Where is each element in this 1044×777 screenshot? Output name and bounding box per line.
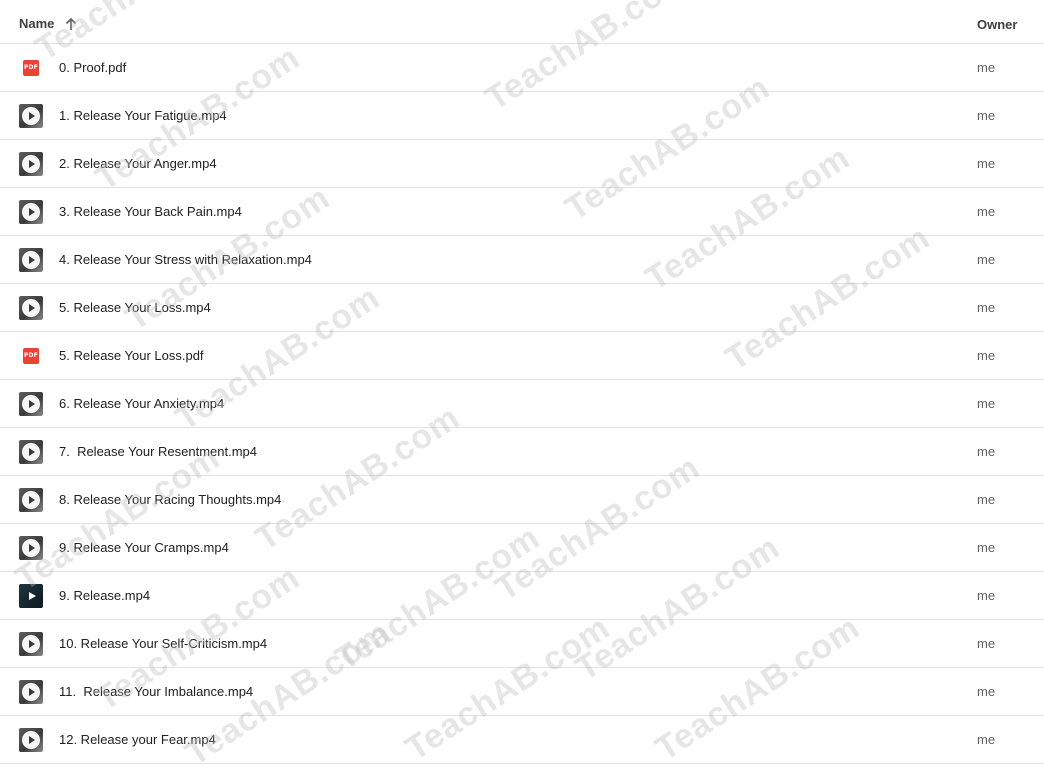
play-icon: [22, 539, 40, 557]
file-row[interactable]: 7. Release Your Resentment.mp4 me: [0, 428, 1044, 476]
video-thumbnail-icon: [19, 152, 43, 176]
play-icon: [22, 443, 40, 461]
file-name[interactable]: 9. Release Your Cramps.mp4: [59, 540, 229, 555]
file-row[interactable]: PDF 5. Release Your Loss.pdf me: [0, 332, 1044, 380]
file-owner: me: [977, 684, 996, 699]
file-row[interactable]: PDF 0. Proof.pdf me: [0, 44, 1044, 92]
file-owner: me: [977, 588, 996, 603]
file-name[interactable]: 5. Release Your Loss.pdf: [59, 348, 204, 363]
file-row[interactable]: 12. Release your Fear.mp4 me: [0, 716, 1044, 764]
file-row[interactable]: 2. Release Your Anger.mp4 me: [0, 140, 1044, 188]
pdf-file-icon: PDF: [23, 348, 39, 364]
file-row[interactable]: 11. Release Your Imbalance.mp4 me: [0, 668, 1044, 716]
file-owner: me: [977, 60, 996, 75]
owner-column-header[interactable]: Owner: [977, 17, 1017, 32]
file-name[interactable]: 5. Release Your Loss.mp4: [59, 300, 211, 315]
play-icon: [22, 731, 40, 749]
file-name[interactable]: 3. Release Your Back Pain.mp4: [59, 204, 242, 219]
video-thumbnail-icon: [19, 728, 43, 752]
file-row[interactable]: 10. Release Your Self-Criticism.mp4 me: [0, 620, 1044, 668]
video-thumbnail-icon: [19, 392, 43, 416]
file-row[interactable]: 3. Release Your Back Pain.mp4 me: [0, 188, 1044, 236]
video-thumbnail-icon: [19, 440, 43, 464]
file-row[interactable]: 9. Release.mp4 me: [0, 572, 1044, 620]
video-thumbnail-icon: [19, 584, 43, 608]
play-icon: [22, 107, 40, 125]
file-owner: me: [977, 732, 996, 747]
file-row[interactable]: 9. Release Your Cramps.mp4 me: [0, 524, 1044, 572]
file-owner: me: [977, 204, 996, 219]
file-name[interactable]: 8. Release Your Racing Thoughts.mp4: [59, 492, 281, 507]
file-row[interactable]: 1. Release Your Fatigue.mp4 me: [0, 92, 1044, 140]
file-row[interactable]: 4. Release Your Stress with Relaxation.m…: [0, 236, 1044, 284]
video-thumbnail-icon: [19, 536, 43, 560]
name-column-label: Name: [19, 16, 55, 31]
file-name[interactable]: 10. Release Your Self-Criticism.mp4: [59, 636, 267, 651]
video-thumbnail-icon: [19, 248, 43, 272]
play-icon: [22, 635, 40, 653]
video-thumbnail-icon: [19, 488, 43, 512]
file-owner: me: [977, 636, 996, 651]
file-owner: me: [977, 444, 996, 459]
video-thumbnail-icon: [19, 680, 43, 704]
file-owner: me: [977, 300, 996, 315]
file-name[interactable]: 6. Release Your Anxiety.mp4: [59, 396, 224, 411]
file-owner: me: [977, 492, 996, 507]
file-name[interactable]: 11. Release Your Imbalance.mp4: [59, 684, 253, 699]
file-name[interactable]: 9. Release.mp4: [59, 588, 150, 603]
list-header: Name Owner: [0, 0, 1044, 44]
file-owner: me: [977, 108, 996, 123]
play-icon: [22, 683, 40, 701]
file-name[interactable]: 1. Release Your Fatigue.mp4: [59, 108, 227, 123]
file-name[interactable]: 0. Proof.pdf: [59, 60, 126, 75]
video-thumbnail-icon: [19, 632, 43, 656]
arrow-up-icon[interactable]: [64, 17, 78, 31]
file-owner: me: [977, 156, 996, 171]
play-icon: [22, 251, 40, 269]
play-icon: [22, 203, 40, 221]
video-thumbnail-icon: [19, 104, 43, 128]
play-icon: [22, 395, 40, 413]
file-name[interactable]: 12. Release your Fear.mp4: [59, 732, 216, 747]
file-list: PDF 0. Proof.pdf me 1. Release Your Fatigue…: [0, 44, 1044, 764]
file-name[interactable]: 2. Release Your Anger.mp4: [59, 156, 217, 171]
file-owner: me: [977, 396, 996, 411]
file-owner: me: [977, 540, 996, 555]
file-name[interactable]: 4. Release Your Stress with Relaxation.m…: [59, 252, 312, 267]
play-icon: [22, 299, 40, 317]
pdf-file-icon: PDF: [23, 60, 39, 76]
play-icon: [22, 155, 40, 173]
file-owner: me: [977, 348, 996, 363]
file-row[interactable]: 6. Release Your Anxiety.mp4 me: [0, 380, 1044, 428]
file-owner: me: [977, 252, 996, 267]
video-thumbnail-icon: [19, 296, 43, 320]
file-row[interactable]: 5. Release Your Loss.mp4 me: [0, 284, 1044, 332]
video-thumbnail-icon: [19, 200, 43, 224]
file-list-page: Name Owner PDF 0. Proof.pdf me 1. Release Y…: [0, 0, 1044, 777]
play-icon: [22, 491, 40, 509]
play-icon: [22, 587, 40, 605]
file-row[interactable]: 8. Release Your Racing Thoughts.mp4 me: [0, 476, 1044, 524]
file-name[interactable]: 7. Release Your Resentment.mp4: [59, 444, 257, 459]
name-column-header[interactable]: Name: [19, 16, 78, 31]
